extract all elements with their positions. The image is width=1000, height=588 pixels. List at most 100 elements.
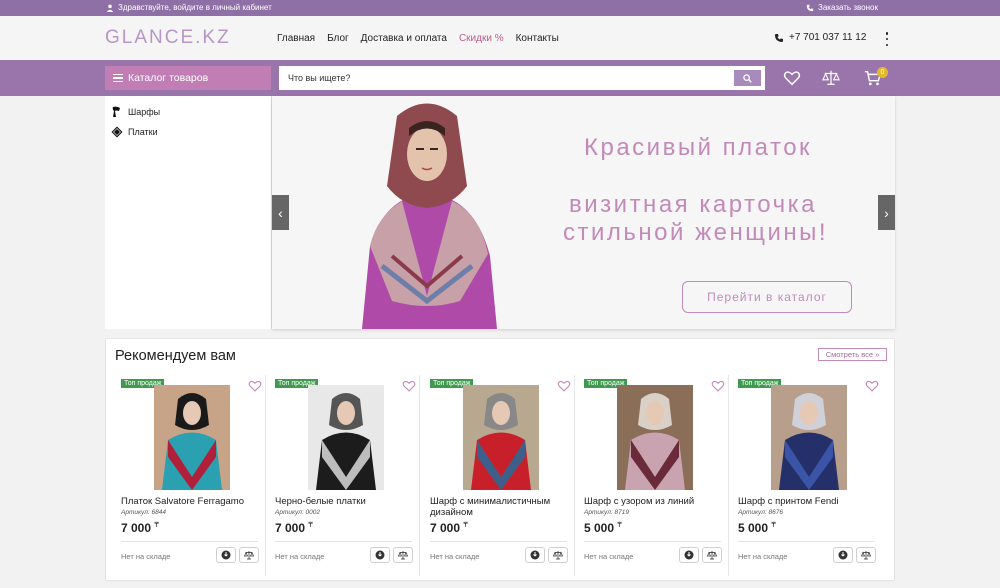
product-image[interactable] <box>771 385 847 490</box>
quick-view-button[interactable] <box>679 547 699 563</box>
slider-prev-button[interactable]: ‹ <box>272 195 289 230</box>
product-image[interactable] <box>463 385 539 490</box>
chevron-left-icon: ‹ <box>278 204 283 221</box>
product-sku: Артикул: 8719 <box>584 509 629 516</box>
compare-button[interactable] <box>702 547 722 563</box>
heart-icon[interactable] <box>248 379 262 393</box>
divider <box>430 541 567 542</box>
product-image[interactable] <box>617 385 693 490</box>
product-sku: Артикул: 8676 <box>738 509 783 516</box>
go-to-catalog-button[interactable]: Перейти в каталог <box>682 281 852 313</box>
nav-contacts[interactable]: Контакты <box>516 33 559 44</box>
see-all-button[interactable]: Смотреть все » <box>818 348 887 361</box>
heart-icon[interactable] <box>783 69 801 87</box>
search-button[interactable] <box>734 70 761 86</box>
header: GLANCE.KZ Главная Блог Доставка и оплата… <box>0 16 1000 60</box>
product-name[interactable]: Платок Salvatore Ferragamo <box>121 496 256 507</box>
stock-status: Нет на складе <box>584 552 634 561</box>
product-card[interactable]: Топ продаж Шарф с узором из линий Артику… <box>575 375 729 576</box>
logo[interactable]: GLANCE.KZ <box>105 27 231 49</box>
compare-icon <box>707 551 717 560</box>
info-icon <box>221 550 231 560</box>
info-icon <box>530 550 540 560</box>
hero-headline: Красивый платок <box>584 134 813 161</box>
callback-text: Заказать звонок <box>818 3 878 12</box>
heart-icon[interactable] <box>557 379 571 393</box>
compare-icon <box>244 551 254 560</box>
product-image[interactable] <box>154 385 230 490</box>
product-image[interactable] <box>308 385 384 490</box>
compare-icon[interactable] <box>821 69 841 87</box>
product-card[interactable]: Топ продаж Шарф с минималистичным дизайн… <box>421 375 575 576</box>
category-label: Платки <box>128 127 158 137</box>
divider <box>121 541 258 542</box>
compare-icon <box>861 551 871 560</box>
phone-number: +7 701 037 11 12 <box>789 32 867 43</box>
search-box <box>279 66 765 90</box>
compare-icon <box>398 551 408 560</box>
category-shawls[interactable]: Платки <box>111 126 158 138</box>
catalog-button[interactable]: Каталог товаров <box>105 66 271 90</box>
product-card[interactable]: Топ продаж Платок Salvatore Ferragamo Ар… <box>112 375 266 576</box>
greeting-text: Здравствуйте, войдите в личный кабинет <box>118 3 272 12</box>
heart-icon[interactable] <box>711 379 725 393</box>
nav-delivery[interactable]: Доставка и оплата <box>361 33 447 44</box>
stock-status: Нет на складе <box>121 552 171 561</box>
info-icon <box>838 550 848 560</box>
nav-blog[interactable]: Блог <box>327 33 349 44</box>
compare-button[interactable] <box>239 547 259 563</box>
slider-next-button[interactable]: › <box>878 195 895 230</box>
hero-model-image <box>362 103 497 329</box>
divider <box>738 541 875 542</box>
search-icon <box>743 73 752 83</box>
search-input[interactable] <box>280 67 720 89</box>
divider <box>584 541 721 542</box>
product-card[interactable]: Топ продаж Шарф с принтом Fendi Артикул:… <box>729 375 883 576</box>
product-price: 5 000 ₸ <box>738 521 776 535</box>
stock-status: Нет на складе <box>275 552 325 561</box>
product-name[interactable]: Черно-белые платки <box>275 496 410 507</box>
quick-view-button[interactable] <box>370 547 390 563</box>
quick-view-button[interactable] <box>833 547 853 563</box>
category-scarves[interactable]: Шарфы <box>111 106 160 118</box>
compare-icon <box>553 551 563 560</box>
quick-view-button[interactable] <box>525 547 545 563</box>
product-sku: Артикул: 0002 <box>275 509 320 516</box>
phone-icon <box>775 33 783 42</box>
nav-home[interactable]: Главная <box>277 33 315 44</box>
shawl-icon <box>111 126 123 138</box>
header-phone[interactable]: +7 701 037 11 12 <box>774 32 866 43</box>
scarf-icon <box>112 106 120 117</box>
product-name[interactable]: Шарф с минималистичным дизайном <box>430 496 565 518</box>
product-name[interactable]: Шарф с принтом Fendi <box>738 496 873 507</box>
hero-banner: Красивый платок визитная карточка стильн… <box>272 96 895 329</box>
info-icon <box>684 550 694 560</box>
product-price: 7 000 ₸ <box>121 521 159 535</box>
section-title: Рекомендуем вам <box>115 348 236 364</box>
product-price: 7 000 ₸ <box>430 521 468 535</box>
top-bar: Здравствуйте, войдите в личный кабинет З… <box>0 0 1000 16</box>
callback-link[interactable]: Заказать звонок <box>806 3 878 12</box>
hero-subline-2: стильной женщины! <box>563 219 829 246</box>
more-menu-icon[interactable] <box>884 32 890 46</box>
compare-button[interactable] <box>548 547 568 563</box>
nav-discounts[interactable]: Скидки % <box>459 33 504 44</box>
product-card[interactable]: Топ продаж Черно-белые платки Артикул: 0… <box>266 375 420 576</box>
heart-icon[interactable] <box>402 379 416 393</box>
compare-button[interactable] <box>856 547 876 563</box>
main-nav: Главная Блог Доставка и оплата Скидки % … <box>277 33 559 44</box>
product-name[interactable]: Шарф с узором из линий <box>584 496 719 507</box>
search-bar: Каталог товаров <box>0 60 1000 96</box>
product-sku: Артикул: 6844 <box>121 509 166 516</box>
stock-status: Нет на складе <box>430 552 480 561</box>
cart-count-badge: 0 <box>877 67 888 78</box>
compare-button[interactable] <box>393 547 413 563</box>
divider <box>275 541 412 542</box>
heart-icon[interactable] <box>865 379 879 393</box>
menu-icon <box>113 74 123 82</box>
login-link[interactable]: Здравствуйте, войдите в личный кабинет <box>106 3 272 12</box>
user-icon <box>106 4 114 12</box>
category-menu: Шарфы Платки <box>105 96 272 329</box>
quick-view-button[interactable] <box>216 547 236 563</box>
catalog-label: Каталог товаров <box>128 72 209 84</box>
